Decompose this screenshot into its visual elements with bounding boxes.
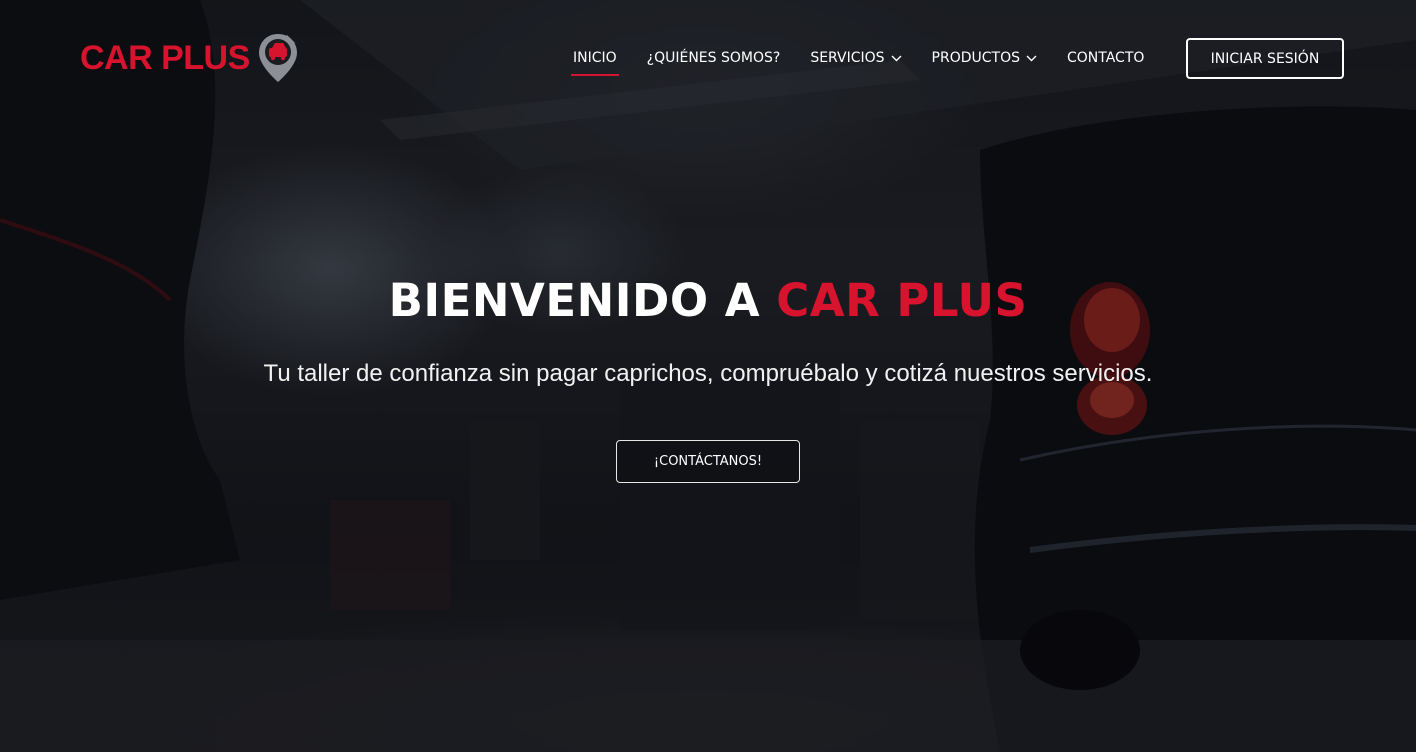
nav-item-label: ¿QUIÉNES SOMOS?: [646, 50, 781, 66]
nav-item-contacto[interactable]: CONTACTO: [1065, 48, 1146, 72]
nav-item-quienes-somos[interactable]: ¿QUIÉNES SOMOS?: [645, 48, 783, 72]
nav-item-servicios[interactable]: SERVICIOS: [808, 48, 903, 72]
nav-item-label: INICIO: [573, 50, 617, 66]
contact-cta-button[interactable]: ¡CONTÁCTANOS!: [616, 440, 800, 483]
hero-title-prefix: BIENVENIDO A: [388, 274, 777, 327]
nav-item-label: PRODUCTOS: [931, 50, 1020, 66]
hero-title: BIENVENIDO A CAR PLUS: [0, 268, 1416, 334]
brand-logo[interactable]: CAR PLUS: [80, 32, 300, 84]
chevron-down-icon: [891, 55, 902, 61]
nav-item-productos[interactable]: PRODUCTOS: [930, 48, 1039, 72]
nav-item-label: SERVICIOS: [810, 50, 885, 66]
login-button[interactable]: INICIAR SESIÓN: [1186, 38, 1344, 79]
chevron-down-icon: [1026, 55, 1037, 61]
hero-subtitle: Tu taller de confianza sin pagar caprich…: [263, 360, 1153, 387]
main-nav: INICIO ¿QUIÉNES SOMOS? SERVICIOS PRODUCT…: [571, 48, 1146, 76]
hero-section: BIENVENIDO A CAR PLUS Tu taller de confi…: [0, 268, 1416, 388]
logo-text: CAR PLUS: [80, 38, 250, 77]
nav-item-label: CONTACTO: [1066, 50, 1145, 66]
nav-item-inicio[interactable]: INICIO: [571, 48, 619, 76]
map-pin-car-icon: [258, 34, 297, 82]
site-header: CAR PLUS INICIO ¿QUIÉNES SOMOS? SERVICIO…: [0, 0, 1416, 118]
hero-title-accent: CAR PLUS: [776, 274, 1028, 327]
